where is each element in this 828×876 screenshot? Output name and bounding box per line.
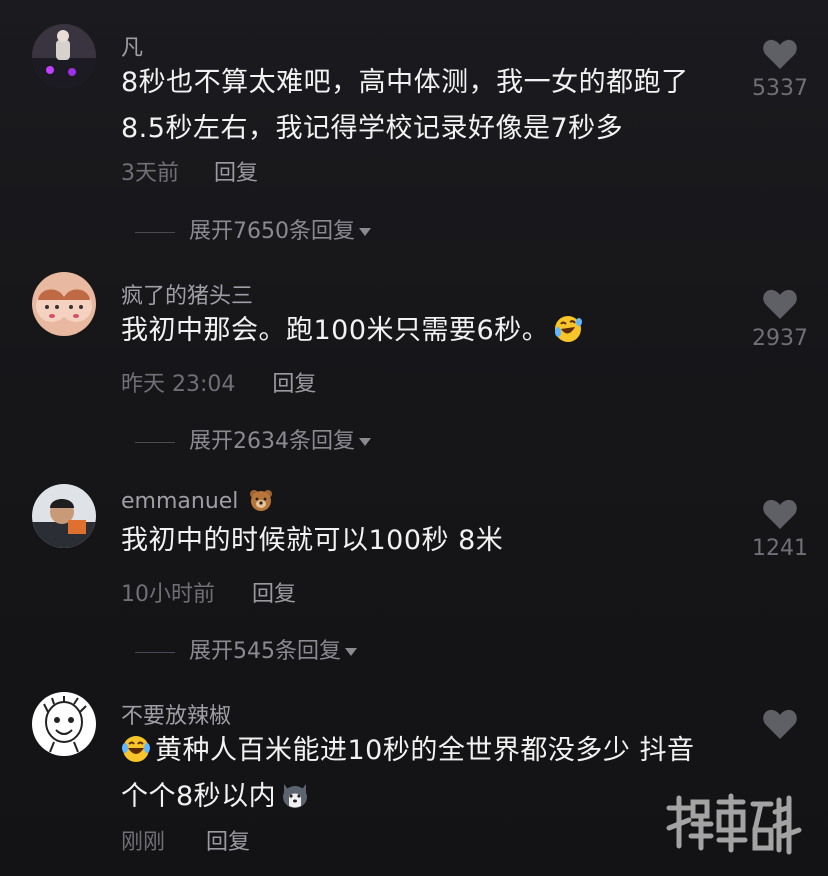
username[interactable]: 疯了的猪头三 [121,278,253,310]
caret-down-icon [359,438,371,446]
like-button[interactable] [740,708,820,746]
comment-text: 黄种人百米能进10秒的全世界都没多少 抖音个个8秒以内 [121,728,721,820]
like-button[interactable]: 1241 [740,498,820,561]
username-text: emmanuel [121,489,239,514]
avatar[interactable] [32,24,96,88]
avatar[interactable] [32,484,96,548]
heart-icon [763,289,797,319]
comment-text-content: 我初中那会。跑100米只需要6秒。 [121,315,550,346]
comment-time: 刚刚 [121,830,166,855]
watermark-logo [666,793,802,855]
username[interactable]: 不要放辣椒 [121,698,231,730]
comment-time: 昨天 23:04 [121,372,236,397]
avatar[interactable] [32,272,96,336]
like-button[interactable]: 2937 [740,288,820,351]
comment-time: 10小时前 [121,582,215,607]
avatar[interactable] [32,692,96,756]
comment-text-content: 黄种人百米能进10秒的全世界都没多少 抖音个个8秒以内 [121,735,695,812]
divider [135,441,175,443]
heart-icon [763,709,797,739]
laughing-tears-emoji-icon [555,316,583,342]
divider [135,651,175,653]
caret-down-icon [359,228,371,236]
like-count: 5337 [752,76,808,101]
laughing-tears-emoji-icon [122,736,150,762]
like-count: 1241 [752,536,808,561]
heart-icon [763,499,797,529]
username[interactable]: emmanuel [121,488,273,514]
expand-replies-button[interactable]: 展开2634条回复 [135,423,371,455]
reply-button[interactable]: 回复 [214,161,258,186]
comment-meta: 10小时前 回复 [121,576,296,608]
reply-button[interactable]: 回复 [206,830,250,855]
like-button[interactable]: 5337 [740,38,820,101]
username[interactable]: 凡 [121,30,143,62]
comment-meta: 3天前 回复 [121,155,258,187]
expand-replies-button[interactable]: 展开7650条回复 [135,213,371,245]
reply-button[interactable]: 回复 [272,372,316,397]
bear-emoji-icon [250,490,273,511]
expand-replies-label: 展开2634条回复 [189,429,355,454]
comment-time: 3天前 [121,161,179,186]
reply-button[interactable]: 回复 [252,582,296,607]
caret-down-icon [345,648,357,656]
comment-text: 我初中的时候就可以100秒 8米 [121,525,504,556]
heart-icon [763,39,797,69]
divider [135,231,175,233]
comment-meta: 刚刚 回复 [121,824,250,856]
expand-replies-button[interactable]: 展开545条回复 [135,633,357,665]
comment-text: 我初中那会。跑100米只需要6秒。 [121,308,721,354]
expand-replies-label: 展开7650条回复 [189,219,355,244]
comment-text: 8秒也不算太难吧，高中体测，我一女的都跑了8.5秒左右，我记得学校记录好像是7秒… [121,67,689,144]
comment-meta: 昨天 23:04 回复 [121,366,316,398]
husky-emoji-icon [283,784,308,808]
expand-replies-label: 展开545条回复 [189,639,341,664]
like-count: 2937 [752,326,808,351]
